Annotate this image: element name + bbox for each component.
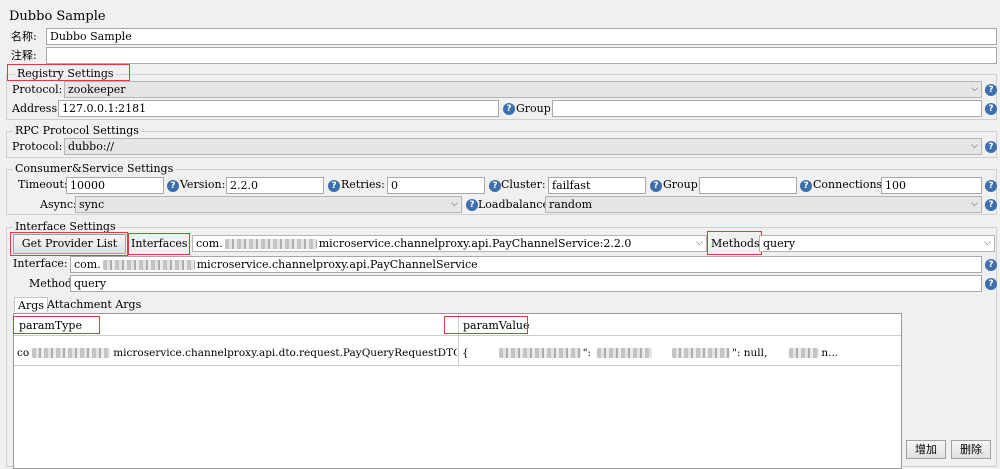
methods-value: query [763,237,796,250]
rpc-protocol-select[interactable]: dubbo:// ⌵ [64,138,982,155]
connections-field[interactable]: 100 [881,177,982,194]
redacted-blur [224,239,317,249]
paramtype-suffix: microservice.channelproxy.api.dto.reques… [113,347,457,359]
redacted-blur [597,348,653,358]
redacted-blur [498,348,581,358]
rpc-settings-title: RPC Protocol Settings [13,123,141,139]
paramvalue-part-2: ": [582,347,592,359]
registry-address-label: Address: [12,102,61,115]
name-label: 名称: [11,30,37,43]
redacted-blur [32,348,111,358]
async-value: sync [79,198,105,211]
row-paramvalue-cell[interactable]: { ": ": null, n... [459,343,901,363]
loadbalance-label: Loadbalance: [478,198,553,211]
methods-select[interactable]: query ⌵ [759,235,995,252]
help-icon[interactable]: ? [985,199,997,211]
get-provider-highlight-box [10,232,128,256]
consumer-group-label: Group: [663,178,702,191]
consumer-settings-title: Consumer&Service Settings [13,161,176,177]
help-icon[interactable]: ? [985,180,997,192]
comment-field[interactable] [46,47,997,64]
help-icon[interactable]: ? [985,103,997,115]
args-table: paramType paramValue co microservice.chan… [13,313,902,469]
registry-address-field[interactable]: 127.0.0.1:2181 [58,100,499,117]
redacted-blur [672,348,731,358]
interface-field[interactable]: com. microservice.channelproxy.api.PayCha… [70,256,982,273]
consumer-group-field[interactable] [699,177,797,194]
row-paramtype-cell[interactable]: co microservice.channelproxy.api.dto.requ… [14,343,457,363]
connections-label: Connections: [813,178,886,191]
chevron-down-icon: ⌵ [971,84,978,94]
help-icon[interactable]: ? [800,180,812,192]
help-icon[interactable]: ? [328,180,340,192]
help-icon[interactable]: ? [503,103,515,115]
chevron-down-icon: ⌵ [984,238,991,248]
timeout-label: Timeout: [18,178,68,191]
tab-args[interactable]: Args [14,297,48,312]
retries-field[interactable]: 0 [387,177,485,194]
help-icon[interactable]: ? [985,141,997,153]
table-row[interactable]: co microservice.channelproxy.api.dto.requ… [14,340,901,366]
registry-group-label: Group: [516,102,555,115]
comment-label: 注释: [11,49,37,62]
paramvalue-part-3: ": null, [732,347,768,359]
chevron-down-icon: ⌵ [971,141,978,151]
help-icon[interactable]: ? [489,180,501,192]
paramvalue-part-1: { [462,347,469,359]
help-icon[interactable]: ? [650,180,662,192]
registry-group-field[interactable] [552,100,982,117]
chevron-down-icon: ⌵ [451,199,458,209]
registry-protocol-label: Protocol: [12,83,63,96]
retries-label: Retries: [341,178,385,191]
rpc-protocol-label: Protocol: [12,140,63,153]
method-label: Method: [29,277,76,290]
version-field[interactable]: 2.2.0 [226,177,324,194]
method-field[interactable]: query [70,275,982,292]
redacted-blur [102,260,195,270]
add-button[interactable]: 增加 [906,440,946,459]
loadbalance-select[interactable]: random ⌵ [545,196,982,213]
interfaces-prefix: com. [196,237,223,250]
delete-button[interactable]: 删除 [951,440,991,459]
help-icon[interactable]: ? [167,180,179,192]
registry-protocol-value: zookeeper [68,83,126,96]
rpc-protocol-value: dubbo:// [68,140,114,153]
interface-suffix: microservice.channelproxy.api.PayChannel… [196,258,478,271]
async-select[interactable]: sync ⌵ [75,196,462,213]
registry-highlight-box [7,64,130,81]
async-label: Async: [40,198,77,211]
help-icon[interactable]: ? [985,84,997,96]
help-icon[interactable]: ? [466,199,478,211]
methods-label-highlight-box [707,231,762,255]
registry-protocol-select[interactable]: zookeeper ⌵ [64,81,982,98]
redacted-blur [789,348,820,358]
help-icon[interactable]: ? [985,278,997,290]
chevron-down-icon: ⌵ [971,199,978,209]
interfaces-suffix: microservice.channelproxy.api.PayChannel… [318,237,632,250]
chevron-down-icon: ⌵ [696,238,703,248]
interfaces-label-highlight-box [128,233,190,255]
interface-prefix: com. [74,258,101,271]
paramtype-highlight-box [13,316,100,334]
cluster-label: Cluster: [501,178,546,191]
help-icon[interactable]: ? [985,259,997,271]
timeout-field[interactable]: 10000 [66,177,164,194]
loadbalance-value: random [549,198,592,211]
cluster-field[interactable]: failfast [548,177,646,194]
page-title: Dubbo Sample [9,9,106,24]
interface-label: Interface: [13,257,68,270]
version-label: Version: [180,178,226,191]
name-field[interactable]: Dubbo Sample [46,28,997,45]
paramvalue-part-4: n... [821,347,839,359]
paramtype-prefix: co [17,347,30,359]
tab-attachment-args[interactable]: Attachment Args [44,297,144,312]
interfaces-select[interactable]: com. microservice.channelproxy.api.PayCha… [192,235,707,252]
paramvalue-highlight-box [444,316,528,334]
